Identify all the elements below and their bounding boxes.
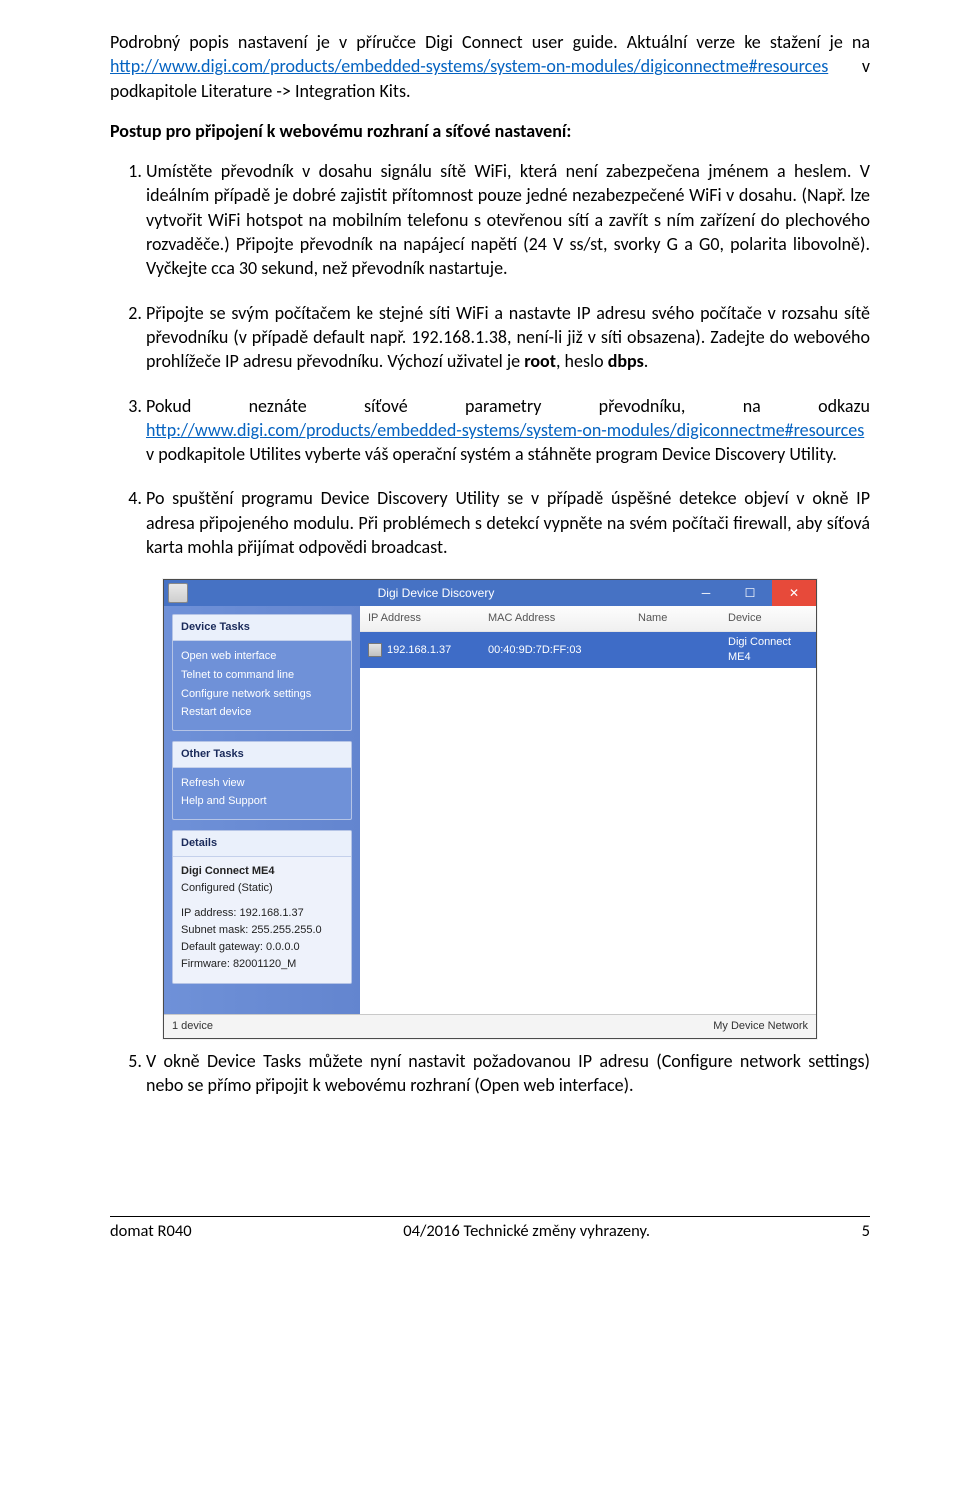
row-mac: 00:40:9D:7D:FF:03 [488, 643, 638, 658]
panel-other-tasks: Other Tasks Refresh view Help and Suppor… [172, 741, 352, 820]
step-2-dbps: dbps [608, 350, 644, 372]
details-firmware: Firmware: 82001120_M [181, 956, 343, 973]
step-3: Pokud neznáte síťové parametry převodník… [146, 394, 870, 467]
details-subnet: Subnet mask: 255.255.255.0 [181, 922, 343, 939]
details-device-name: Digi Connect ME4 [181, 863, 343, 880]
task-configure-network[interactable]: Configure network settings [181, 685, 343, 704]
panel-details-title: Details [173, 831, 351, 857]
details-gateway: Default gateway: 0.0.0.0 [181, 939, 343, 956]
step-2-text-a: Připojte se svým počítačem ke stejné sít… [146, 302, 870, 373]
row-device: Digi Connect ME4 [728, 635, 808, 665]
step-2-root: root [524, 350, 556, 372]
col-name[interactable]: Name [638, 611, 728, 626]
footer-right: 5 [862, 1221, 870, 1241]
page-footer: domat R040 04/2016 Technické změny vyhra… [110, 1216, 870, 1241]
step-4: Po spuštění programu Device Discovery Ut… [146, 486, 870, 559]
status-right: My Device Network [713, 1019, 808, 1034]
app-icon [168, 583, 188, 603]
section-heading: Postup pro připojení k webovému rozhraní… [110, 119, 870, 143]
details-ip: IP address: 192.168.1.37 [181, 905, 343, 922]
footer-center: 04/2016 Technické změny vyhrazeny. [403, 1221, 650, 1241]
window-buttons: ─ ☐ ✕ [684, 580, 816, 606]
step-4-text: Po spuštění programu Device Discovery Ut… [146, 487, 870, 558]
device-row[interactable]: 192.168.1.37 00:40:9D:7D:FF:03 Digi Conn… [360, 632, 816, 668]
panel-other-tasks-title: Other Tasks [173, 742, 351, 768]
status-bar: 1 device My Device Network [164, 1014, 816, 1038]
row-ip: 192.168.1.37 [387, 643, 451, 658]
app-window: Digi Device Discovery ─ ☐ ✕ Device Tasks… [163, 579, 817, 1039]
step-1-text: Umístěte převodník v dosahu signálu sítě… [146, 160, 870, 279]
details-configured: Configured (Static) [181, 880, 343, 897]
task-telnet[interactable]: Telnet to command line [181, 666, 343, 685]
step-5: V okně Device Tasks můžete nyní nastavit… [146, 1049, 870, 1098]
device-icon [368, 643, 382, 657]
titlebar: Digi Device Discovery ─ ☐ ✕ [164, 580, 816, 606]
column-headers: IP Address MAC Address Name Device [360, 606, 816, 632]
panel-device-tasks: Device Tasks Open web interface Telnet t… [172, 614, 352, 731]
step-5-text: V okně Device Tasks můžete nyní nastavit… [146, 1050, 870, 1096]
step-2: Připojte se svým počítačem ke stejné sít… [146, 301, 870, 374]
task-help[interactable]: Help and Support [181, 792, 343, 811]
step-1: Umístěte převodník v dosahu signálu sítě… [146, 159, 870, 280]
intro-text-pre: Podrobný popis nastavení je v příručce D… [110, 31, 870, 53]
screenshot-container: Digi Device Discovery ─ ☐ ✕ Device Tasks… [110, 579, 870, 1039]
step-3-text-b: v podkapitole Utilites vyberte váš opera… [146, 443, 837, 465]
col-ip[interactable]: IP Address [368, 611, 488, 626]
step-2-text-c: . [644, 350, 649, 372]
col-device[interactable]: Device [728, 611, 808, 626]
step-3-text-a: Pokud neznáte síťové parametry převodník… [146, 395, 870, 417]
main-pane: IP Address MAC Address Name Device 192.1… [360, 606, 816, 1014]
maximize-button[interactable]: ☐ [728, 580, 772, 606]
step-2-text-b: , heslo [556, 350, 608, 372]
footer-left: domat R040 [110, 1221, 192, 1241]
intro-link[interactable]: http://www.digi.com/products/embedded-sy… [110, 55, 828, 77]
panel-device-tasks-title: Device Tasks [173, 615, 351, 641]
close-button[interactable]: ✕ [772, 580, 816, 606]
status-left: 1 device [172, 1019, 213, 1034]
intro-paragraph: Podrobný popis nastavení je v příručce D… [110, 30, 870, 103]
window-title: Digi Device Discovery [188, 585, 684, 601]
sidebar: Device Tasks Open web interface Telnet t… [164, 606, 360, 1014]
task-restart[interactable]: Restart device [181, 703, 343, 722]
task-open-web[interactable]: Open web interface [181, 647, 343, 666]
panel-details: Details Digi Connect ME4 Configured (Sta… [172, 830, 352, 984]
task-refresh[interactable]: Refresh view [181, 774, 343, 793]
col-mac[interactable]: MAC Address [488, 611, 638, 626]
step-3-link[interactable]: http://www.digi.com/products/embedded-sy… [146, 419, 864, 441]
minimize-button[interactable]: ─ [684, 580, 728, 606]
